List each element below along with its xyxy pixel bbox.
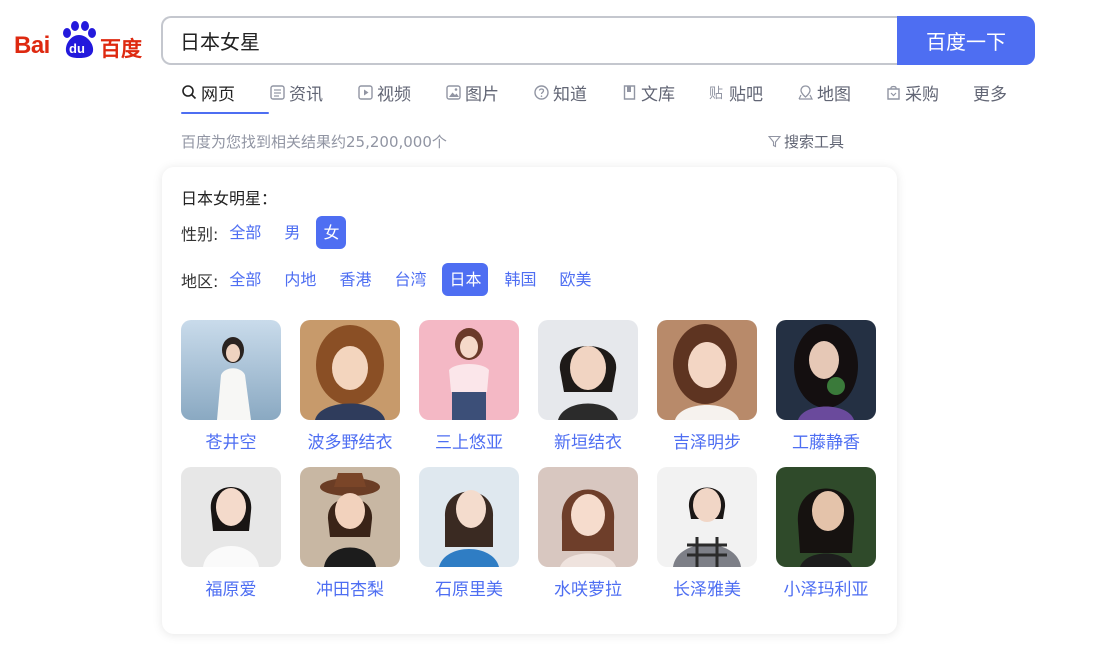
search-tools-button[interactable]: 搜索工具 [768,131,844,152]
tieba-icon: 贴 [709,86,723,101]
tab-images[interactable]: 图片 [445,80,533,105]
tab-map[interactable]: 地图 [797,80,885,105]
video-icon [358,84,373,100]
star-card[interactable]: 苍井空 [181,320,281,467]
logo-text-du: du [69,41,85,56]
filter-icon [768,135,781,148]
tab-label: 图片 [465,84,499,105]
tab-zhidao[interactable]: 知道 [533,80,621,105]
star-card[interactable]: 工藤静香 [776,320,876,467]
star-name: 长泽雅美 [673,580,741,600]
tab-tieba[interactable]: 贴 贴吧 [709,80,797,105]
star-photo [181,467,281,567]
region-option-taiwan[interactable]: 台湾 [387,263,433,296]
region-filter: 地区: 全部 内地 香港 台湾 日本 韩国 欧美 [181,263,608,296]
tab-label: 知道 [553,84,587,105]
tab-news[interactable]: 资讯 [269,80,357,105]
star-card[interactable]: 小泽玛利亚 [776,467,876,614]
stars-card: 日本女明星： 性别: 全部 男 女 地区: 全部 内地 香港 台湾 日本 韩国 … [162,167,897,634]
star-name: 苍井空 [205,433,257,453]
region-option-korea[interactable]: 韩国 [497,263,543,296]
tab-video[interactable]: 视频 [357,80,445,105]
star-name: 波多野结衣 [307,433,393,453]
tab-label: 资讯 [289,84,323,105]
star-photo [776,320,876,420]
svg-text:贴: 贴 [709,86,723,101]
star-photo [776,467,876,567]
star-name: 三上悠亚 [435,433,503,453]
star-name: 新垣结衣 [554,433,622,453]
star-card[interactable]: 吉泽明步 [657,320,757,467]
tab-label: 视频 [377,84,411,105]
star-card[interactable]: 长泽雅美 [657,467,757,614]
search-tools-label: 搜索工具 [784,133,845,151]
star-name: 福原爱 [205,580,257,600]
tab-web[interactable]: 网页 [181,80,269,114]
map-icon [798,84,813,100]
star-photo [657,320,757,420]
stars-grid: 苍井空 波多野结衣 三上悠亚 新垣结衣 吉泽明步 工藤静香 福原爱 冲田杏梨 石… [181,320,881,614]
search-input[interactable] [163,18,891,63]
baidu-logo[interactable]: Bai du 百度 [14,20,144,62]
card-title: 日本女明星： [181,189,278,208]
region-option-hongkong[interactable]: 香港 [332,263,378,296]
star-photo [419,320,519,420]
gender-filter: 性别: 全部 男 女 [181,216,355,249]
tab-label: 采购 [905,84,939,105]
star-name: 吉泽明步 [673,433,741,453]
star-card[interactable]: 水咲萝拉 [538,467,638,614]
star-card[interactable]: 冲田杏梨 [300,467,400,614]
search-icon [182,84,197,99]
image-icon [446,84,461,100]
tab-label: 贴吧 [729,84,763,105]
star-photo [538,467,638,567]
gender-option-male[interactable]: 男 [277,216,307,249]
result-count: 百度为您找到相关结果约25,200,000个 [181,133,447,151]
star-photo [300,467,400,567]
star-photo [657,467,757,567]
star-card[interactable]: 石原里美 [419,467,519,614]
logo-text-cn: 百度 [100,37,142,61]
search-button[interactable]: 百度一下 [897,16,1035,65]
star-photo [538,320,638,420]
region-option-japan[interactable]: 日本 [442,263,489,296]
star-photo [419,467,519,567]
star-name: 冲田杏梨 [316,580,384,600]
star-name: 石原里美 [435,580,503,600]
shop-icon [887,85,900,100]
tab-wenku[interactable]: 文库 [621,80,709,105]
star-name: 小泽玛利亚 [783,580,869,600]
star-card[interactable]: 三上悠亚 [419,320,519,467]
star-name: 水咲萝拉 [554,580,622,600]
tab-more[interactable]: 更多 [973,80,1013,105]
star-photo [181,320,281,420]
news-icon [270,84,285,100]
tab-label: 文库 [641,84,675,105]
tab-label: 更多 [973,84,1007,105]
document-icon [623,84,636,100]
star-card[interactable]: 福原爱 [181,467,281,614]
gender-option-female[interactable]: 女 [316,216,347,249]
question-icon [534,84,549,100]
region-label: 地区: [181,271,219,291]
logo-text-bai: Bai [14,32,50,59]
star-name: 工藤静香 [792,433,860,453]
region-option-west[interactable]: 欧美 [553,263,599,296]
region-option-all[interactable]: 全部 [222,263,268,296]
star-photo [300,320,400,420]
tab-label: 网页 [201,84,235,105]
tab-purchase[interactable]: 采购 [885,80,973,105]
star-card[interactable]: 新垣结衣 [538,320,638,467]
tab-label: 地图 [817,84,851,105]
star-card[interactable]: 波多野结衣 [300,320,400,467]
gender-option-all[interactable]: 全部 [222,216,268,249]
search-tabs: 网页 资讯 视频 图片 知道 文库 贴 贴吧 地图 采购 更多 [181,80,1013,116]
region-option-mainland[interactable]: 内地 [277,263,323,296]
gender-label: 性别: [181,224,219,244]
